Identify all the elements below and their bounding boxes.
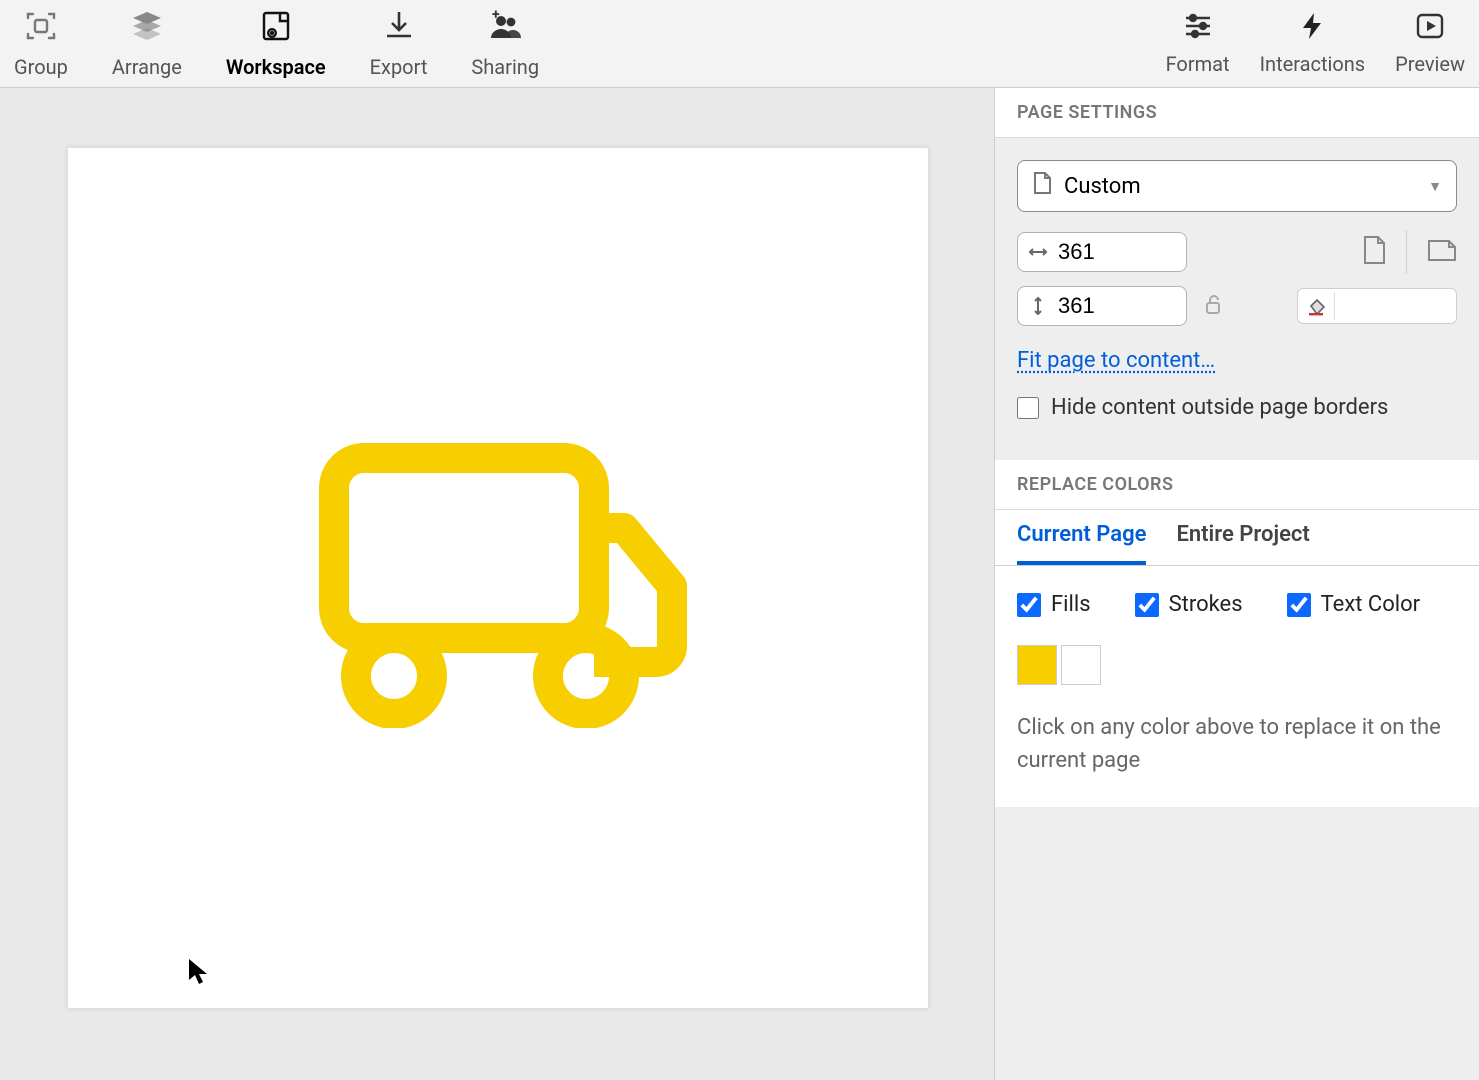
canvas-area[interactable] [0,88,994,1080]
sharing-label: Sharing [471,55,539,79]
hide-content-label: Hide content outside page borders [1051,395,1388,420]
workspace-button[interactable]: Workspace [226,8,326,79]
height-field[interactable] [1017,286,1187,326]
arrange-button[interactable]: Arrange [112,8,182,79]
replace-hint: Click on any color above to replace it o… [995,703,1479,807]
sharing-button[interactable]: + Sharing [471,8,539,79]
sharing-icon: + [487,8,523,49]
group-button[interactable]: Group [14,8,68,79]
strokes-checkbox[interactable] [1135,593,1159,617]
arrange-icon [129,8,165,49]
strokes-checkbox-row[interactable]: Strokes [1135,592,1243,617]
color-swatch-2[interactable] [1061,645,1101,685]
format-button[interactable]: Format [1166,11,1230,76]
svg-text:+: + [492,8,500,23]
width-input[interactable] [1058,239,1148,265]
page-size-select[interactable]: Custom ▼ [1017,160,1457,212]
width-field[interactable] [1017,232,1187,272]
fills-label: Fills [1051,592,1091,617]
workspace-icon [258,8,294,49]
interactions-label: Interactions [1260,52,1366,76]
hide-content-checkbox[interactable] [1017,397,1039,419]
main-area: PAGE SETTINGS Custom ▼ [0,88,1479,1080]
preview-label: Preview [1395,52,1465,76]
height-input[interactable] [1058,293,1148,319]
arrange-label: Arrange [112,55,182,79]
sliders-icon [1183,11,1213,46]
play-icon [1415,11,1445,46]
portrait-button[interactable] [1362,235,1386,269]
top-toolbar: Group Arrange Workspace [0,0,1479,88]
page-settings-header: PAGE SETTINGS [995,88,1479,138]
textcolor-checkbox-row[interactable]: Text Color [1287,592,1421,617]
chevron-down-icon: ▼ [1428,178,1442,195]
orientation-divider [1406,230,1407,274]
page-background-color[interactable] [1297,288,1457,324]
export-icon [381,8,417,49]
unlock-icon[interactable] [1201,292,1225,320]
landscape-button[interactable] [1427,238,1457,266]
fills-checkbox[interactable] [1017,593,1041,617]
export-label: Export [370,55,428,79]
tab-entire-project[interactable]: Entire Project [1176,522,1309,565]
cursor-icon [187,958,209,986]
export-button[interactable]: Export [370,8,428,79]
preview-button[interactable]: Preview [1395,11,1465,76]
textcolor-label: Text Color [1321,592,1421,617]
group-icon [23,8,59,49]
tab-current-page[interactable]: Current Page [1017,522,1146,565]
right-panel: PAGE SETTINGS Custom ▼ [994,88,1479,1080]
page-bg-swatch[interactable] [1334,292,1454,320]
fill-bucket-icon [1300,295,1334,317]
textcolor-checkbox[interactable] [1287,593,1311,617]
workspace-label: Workspace [226,55,326,79]
interactions-button[interactable]: Interactions [1260,11,1366,76]
page-size-value: Custom [1064,174,1141,199]
format-label: Format [1166,52,1230,76]
lightning-icon [1297,11,1327,46]
replace-colors-header: REPLACE COLORS [995,460,1479,510]
fit-page-link[interactable]: Fit page to content… [1017,348,1215,373]
color-swatch-1[interactable] [1017,645,1057,685]
canvas-page[interactable] [68,148,928,1008]
replace-colors-tabs: Current Page Entire Project [995,510,1479,566]
fills-checkbox-row[interactable]: Fills [1017,592,1091,617]
strokes-label: Strokes [1169,592,1243,617]
group-label: Group [14,55,68,79]
page-icon [1032,171,1052,201]
